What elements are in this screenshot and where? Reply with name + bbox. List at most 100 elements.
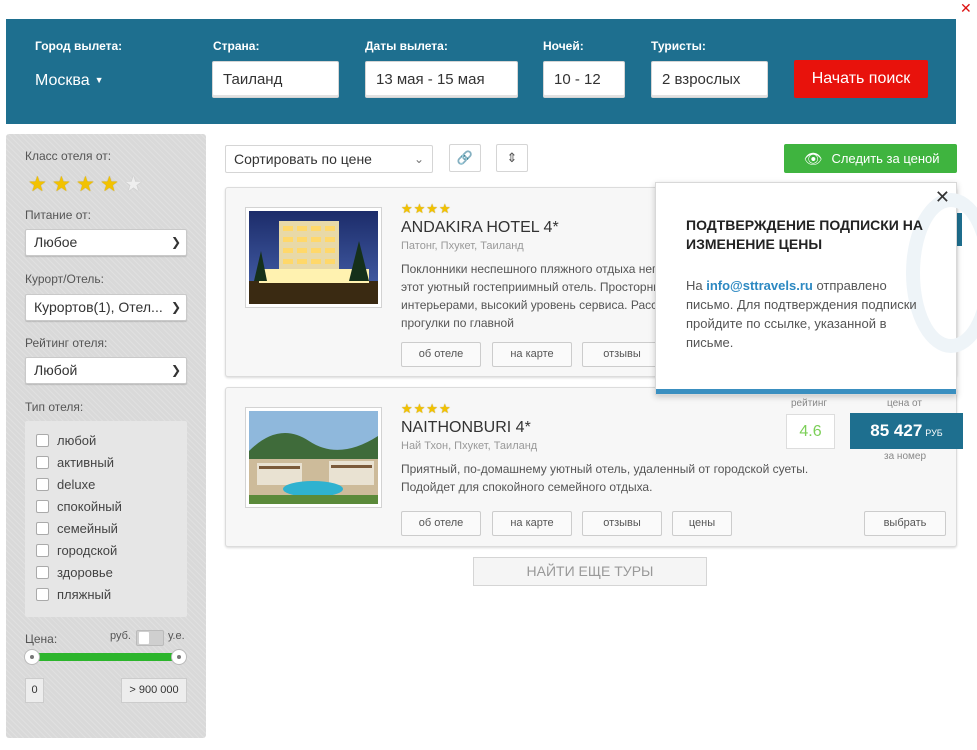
meals-select[interactable]: Любое ❯: [25, 229, 187, 256]
reviews-button[interactable]: отзывы: [582, 342, 662, 367]
hotel-class-label: Класс отеля от:: [25, 149, 112, 163]
hotel-photo-image: [249, 411, 378, 504]
country-field[interactable]: Таиланд: [212, 61, 339, 98]
hotel-type-label: deluxe: [57, 477, 96, 492]
hotel-photo-image: [249, 211, 378, 304]
rating-value: Любой: [34, 362, 78, 378]
sort-select[interactable]: Сортировать по цене ⌄: [225, 145, 433, 173]
checkbox[interactable]: [36, 544, 49, 557]
popup-text-prefix: На: [686, 278, 707, 293]
hotel-type-option[interactable]: здоровье: [36, 565, 113, 580]
about-hotel-button[interactable]: об отеле: [401, 511, 481, 536]
find-more-tours-button[interactable]: НАЙТИ ЕЩЕ ТУРЫ: [473, 557, 707, 586]
currency-ue-label: у.е.: [168, 630, 185, 642]
chevron-down-icon: ⌄: [413, 152, 424, 166]
close-icon[interactable]: ✕: [935, 187, 950, 208]
hotel-type-option[interactable]: городской: [36, 543, 117, 558]
prices-button[interactable]: цены: [672, 511, 732, 536]
dates-label: Даты вылета:: [365, 39, 448, 53]
watch-price-label: Следить за ценой: [831, 151, 940, 166]
start-search-button[interactable]: Начать поиск: [794, 60, 928, 98]
popup-title: Подтверждение подписки на изменение цены: [686, 217, 923, 252]
rating-caption: рейтинг: [791, 398, 828, 409]
hotel-card: ★★★★ NAITHONBURI 4* Най Тхон, Пхукет, Та…: [225, 387, 963, 547]
price-max-handle[interactable]: [171, 649, 187, 665]
hotel-type-option[interactable]: deluxe: [36, 477, 95, 492]
about-hotel-button[interactable]: об отеле: [401, 342, 481, 367]
resort-value: Курортов(1), Отел...: [34, 299, 163, 315]
hotel-type-list: любой активный deluxe спокойный семейный…: [25, 421, 187, 617]
hotel-stars: ★★★★: [401, 201, 452, 216]
rating-select[interactable]: Любой ❯: [25, 357, 187, 384]
on-map-button[interactable]: на карте: [492, 511, 572, 536]
close-icon[interactable]: ✕: [960, 1, 972, 15]
rating-label: Рейтинг отеля:: [25, 336, 108, 350]
hotel-photo[interactable]: [245, 207, 382, 308]
checkbox[interactable]: [36, 456, 49, 469]
link-icon: 🔗: [456, 150, 474, 165]
checkbox[interactable]: [36, 434, 49, 447]
checkbox[interactable]: [36, 478, 49, 491]
hotel-type-label: городской: [57, 543, 118, 558]
popup-email-link[interactable]: info@sttravels.ru: [706, 278, 813, 293]
checkbox[interactable]: [36, 522, 49, 535]
checkbox[interactable]: [36, 500, 49, 513]
resort-select[interactable]: Курортов(1), Отел... ❯: [25, 294, 187, 321]
meals-label: Питание от:: [25, 208, 91, 222]
hotel-name[interactable]: ANDAKIRA HOTEL 4*: [401, 219, 559, 237]
hotel-photo[interactable]: [245, 407, 382, 508]
dates-field[interactable]: 13 мая - 15 мая: [365, 61, 518, 98]
sort-order-button[interactable]: ⇕: [496, 144, 528, 172]
hotel-description: Приятный, по-домашнему уютный отель, уда…: [401, 462, 809, 494]
hotel-name[interactable]: NAITHONBURI 4*: [401, 419, 531, 437]
page: ✕ Город вылета: Москва ▼ Страна: Таиланд …: [0, 0, 977, 750]
checkbox[interactable]: [36, 588, 49, 601]
hotel-type-label: Тип отеля:: [25, 400, 84, 414]
price-min-handle[interactable]: [24, 649, 40, 665]
reviews-button[interactable]: отзывы: [582, 511, 662, 536]
star-icon[interactable]: ★: [76, 174, 98, 196]
city-select[interactable]: Москва ▼: [35, 72, 104, 90]
hotel-rating: 4.6: [786, 414, 835, 449]
watch-price-button[interactable]: 👁 Следить за ценой: [784, 144, 957, 173]
on-map-button[interactable]: на карте: [492, 342, 572, 367]
hotel-type-label: здоровье: [57, 565, 113, 580]
checkbox[interactable]: [36, 566, 49, 579]
tourists-label: Туристы:: [651, 39, 706, 53]
price-value: 85 427: [870, 421, 923, 440]
price-slider-track[interactable]: [31, 653, 180, 661]
hotel-type-option[interactable]: семейный: [36, 521, 118, 536]
currency-toggle[interactable]: [136, 630, 164, 646]
hotel-type-option[interactable]: спокойный: [36, 499, 122, 514]
sort-value: Сортировать по цене: [234, 151, 372, 167]
link-button[interactable]: 🔗: [449, 144, 481, 172]
nights-field[interactable]: 10 - 12: [543, 61, 625, 98]
price-per-room: за номер: [884, 451, 927, 462]
hotel-type-label: любой: [57, 433, 97, 448]
hotel-location: Най Тхон, Пхукет, Таиланд: [401, 440, 538, 452]
chevron-down-icon: ❯: [170, 363, 181, 377]
price-max-field[interactable]: > 900 000: [121, 678, 187, 703]
price-min-field[interactable]: 0: [25, 678, 44, 703]
star-icon[interactable]: ★: [100, 174, 122, 196]
nights-label: Ночей:: [543, 39, 584, 53]
city-value: Москва: [35, 72, 90, 89]
chevron-down-icon: ❯: [170, 300, 181, 314]
chevron-down-icon: ❯: [170, 235, 181, 249]
price-button[interactable]: 85 427 РУБ: [850, 413, 963, 449]
choose-button[interactable]: выбрать: [864, 511, 946, 536]
tourists-field[interactable]: 2 взрослых: [651, 61, 768, 98]
star-icon[interactable]: ★: [52, 174, 74, 196]
subscription-popup: ✕ Подтверждение подписки на изменение це…: [655, 182, 977, 395]
hotel-stars: ★★★★: [401, 401, 452, 416]
meals-value: Любое: [34, 234, 78, 250]
hotel-type-option[interactable]: любой: [36, 433, 96, 448]
hotel-class-stars[interactable]: ★ ★ ★ ★ ★: [28, 174, 148, 196]
price-currency: РУБ: [925, 428, 943, 438]
star-empty-icon[interactable]: ★: [124, 174, 146, 196]
star-icon[interactable]: ★: [28, 174, 50, 196]
eye-icon: 👁: [803, 151, 823, 168]
toggle-knob[interactable]: [139, 632, 149, 644]
hotel-type-option[interactable]: пляжный: [36, 587, 111, 602]
hotel-type-option[interactable]: активный: [36, 455, 114, 470]
